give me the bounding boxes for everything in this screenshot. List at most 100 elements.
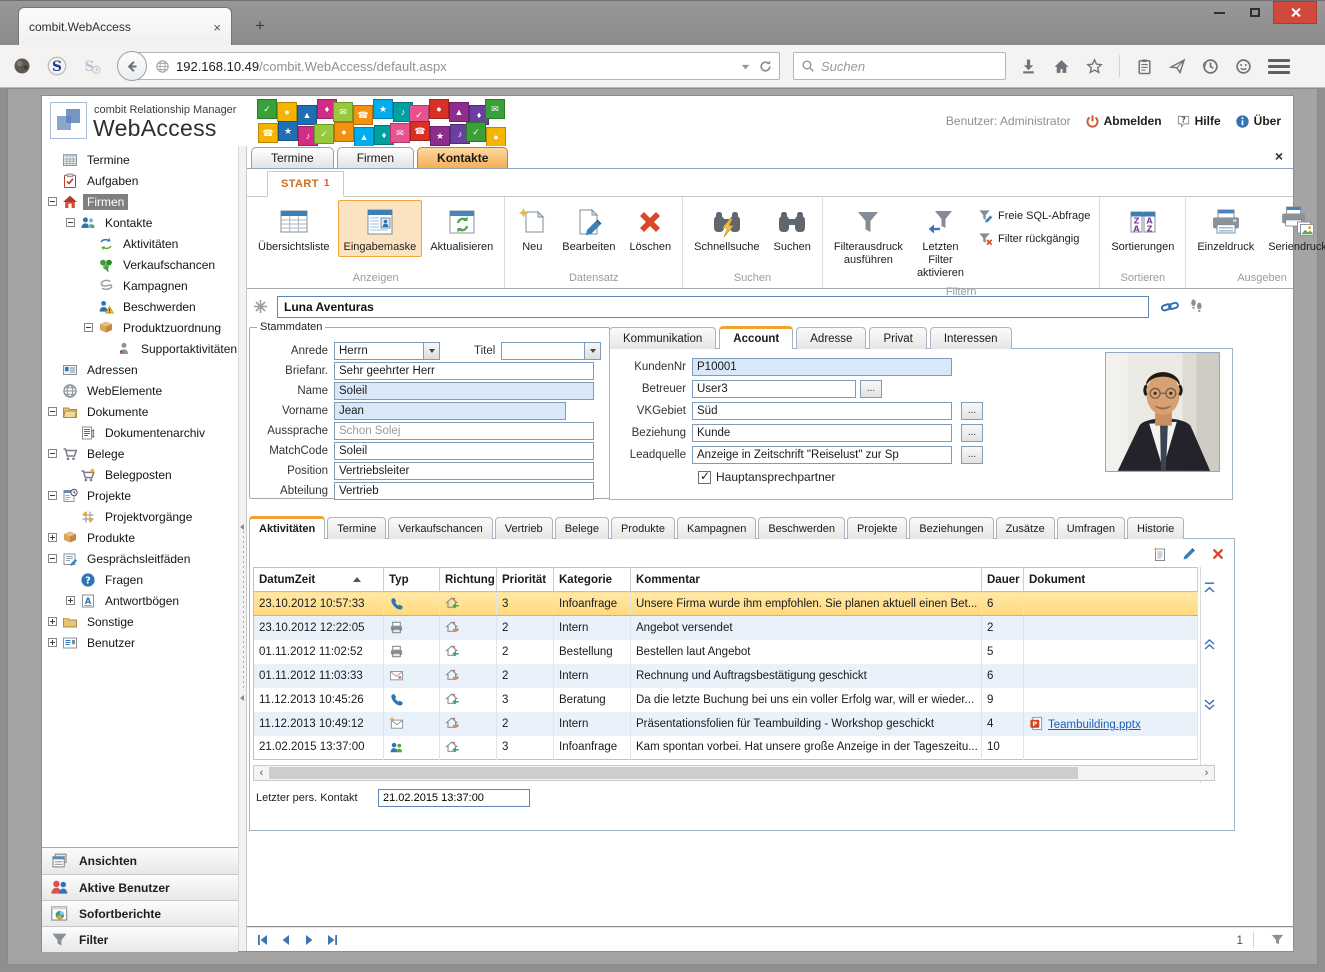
reload-icon[interactable] [758,59,773,74]
detail-tab-interessen[interactable]: Interessen [930,327,1012,349]
expander-minus-icon[interactable] [48,491,57,500]
activities-tab-umfragen[interactable]: Umfragen [1057,517,1125,539]
tab-kontakte[interactable]: Kontakte [417,147,508,168]
sidebar-item-belege[interactable]: Belege [42,443,238,464]
column-header-typ[interactable]: Typ [384,568,440,592]
send-icon[interactable] [1169,58,1186,75]
activities-tab-zusätze[interactable]: Zusätze [996,517,1055,539]
seriendruck-button[interactable]: Seriendruck [1262,200,1325,257]
sortierungen-button[interactable]: ZAAZSortierungen [1105,200,1180,257]
clipboard-icon[interactable] [1136,58,1153,75]
sidebar-item-webelemente[interactable]: WebElemente [42,380,238,401]
activities-tab-kampagnen[interactable]: Kampagnen [677,517,756,539]
activities-tab-projekte[interactable]: Projekte [847,517,907,539]
window-close-button[interactable] [1273,1,1317,24]
filterausdruck-ausführen-button[interactable]: Filterausdruck ausführen [828,200,909,270]
site-identity-icon[interactable] [155,59,170,74]
new-tab-button[interactable]: + [246,13,274,39]
detail-tab-privat[interactable]: Privat [869,327,926,349]
column-header-dokument[interactable]: Dokument [1024,568,1198,592]
url-bar[interactable]: 192.168.10.49/combit.WebAccess/default.a… [132,52,780,80]
anrede-select[interactable]: Herrn [334,342,440,360]
table-row[interactable]: 23.10.2012 10:57:333InfoanfrageUnsere Fi… [254,592,1198,616]
activities-tab-beschwerden[interactable]: Beschwerden [758,517,845,539]
activities-tab-historie[interactable]: Historie [1127,517,1184,539]
expander-minus-icon[interactable] [48,554,57,563]
scroll-top-icon[interactable] [1203,581,1216,594]
addon-s-badge-icon[interactable]: S [47,56,67,76]
activities-tab-vertrieb[interactable]: Vertrieb [495,517,553,539]
last-record-button[interactable] [324,932,340,948]
leadquelle-input[interactable] [692,446,952,464]
tab-firmen[interactable]: Firmen [337,147,414,168]
hauptansprechpartner-checkbox[interactable] [698,471,711,484]
column-header-richtung[interactable]: Richtung [440,568,497,592]
bearbeiten-button[interactable]: Bearbeiten [556,200,621,257]
history-icon[interactable] [1202,58,1219,75]
previous-record-button[interactable] [278,932,294,948]
sidebar-item-gesprächsleitfäden[interactable]: Gesprächsleitfäden [42,548,238,569]
abteilung-input[interactable] [334,482,594,500]
sidebar-item-supportaktivitäten[interactable]: Supportaktivitäten [42,338,238,359]
scroll-page-up-icon[interactable] [1203,637,1216,650]
sidebar-item-produktzuordnung[interactable]: Produktzuordnung [42,317,238,338]
ribbon-tab-start[interactable]: START 1 [267,171,344,197]
menu-button[interactable] [1268,59,1290,74]
sidebar-item-projektvorgänge[interactable]: Projektvorgänge [42,506,238,527]
tab-close-icon[interactable]: × [213,21,221,34]
column-header-priorität[interactable]: Priorität [497,568,554,592]
sidebar-panel-filter[interactable]: Filter [42,926,238,952]
downloads-icon[interactable] [1020,58,1037,75]
footprints-icon[interactable] [1189,297,1204,316]
einzeldruck-button[interactable]: Einzeldruck [1191,200,1260,257]
sidebar-item-aufgaben[interactable]: Aufgaben [42,170,238,191]
expander-plus-icon[interactable] [48,533,57,542]
column-header-datumzeit[interactable]: DatumZeit [254,568,384,592]
expander-plus-icon[interactable] [48,638,57,647]
detail-tab-account[interactable]: Account [719,326,793,349]
leadquelle-lookup-button[interactable]: ... [961,446,983,464]
browser-tab[interactable]: combit.WebAccess × [18,7,232,46]
filter-rückgängig-button[interactable]: Filter rückgängig [978,231,1090,246]
window-minimize-button[interactable] [1201,1,1237,24]
expander-minus-icon[interactable] [66,218,75,227]
first-record-button[interactable] [255,932,271,948]
löschen-button[interactable]: Löschen [624,200,678,257]
table-row[interactable]: 01.11.2012 11:02:522BestellungBestellen … [254,640,1198,664]
edit-activity-button[interactable] [1181,546,1197,562]
betreuer-input[interactable] [692,380,856,398]
sidebar-panel-sofortberichte[interactable]: Sofortberichte [42,900,238,926]
sidebar-item-firmen[interactable]: Firmen [42,191,238,212]
chevron-down-icon[interactable] [423,343,439,359]
table-vertical-scrollbar[interactable] [1200,567,1217,783]
filter-icon[interactable] [1270,932,1285,947]
new-activity-button[interactable] [1152,546,1168,562]
activities-tab-beziehungen[interactable]: Beziehungen [909,517,993,539]
titel-select[interactable] [501,342,601,360]
back-button[interactable] [117,51,147,81]
record-title-input[interactable] [277,296,1149,318]
column-header-dauer[interactable]: Dauer [982,568,1024,592]
table-row[interactable]: 21.02.2015 13:37:003InfoanfrageKam spont… [254,736,1198,760]
sidebar-item-benutzer[interactable]: Benutzer [42,632,238,653]
sidebar-item-verkaufschancen[interactable]: Verkaufschancen [42,254,238,275]
sidebar-item-sonstige[interactable]: Sonstige [42,611,238,632]
sidebar-panel-ansichten[interactable]: Ansichten [42,848,238,874]
link-icon[interactable] [1161,299,1179,315]
sidebar-item-fragen[interactable]: ?Fragen [42,569,238,590]
scroll-left-icon[interactable]: ‹ [254,766,269,780]
column-header-kommentar[interactable]: Kommentar [631,568,982,592]
search-box[interactable] [793,52,1006,80]
view-close-icon[interactable]: × [1275,149,1283,163]
letzten-filter-aktivieren-button[interactable]: Letzten Filter aktivieren [911,200,970,284]
vkgebiet-input[interactable] [692,402,952,420]
position-input[interactable] [334,462,594,480]
delete-activity-button[interactable] [1210,546,1226,562]
vorname-input[interactable] [334,402,566,420]
help-button[interactable]: ?Hilfe [1176,114,1221,129]
beziehung-lookup-button[interactable]: ... [961,424,983,442]
aussprache-input[interactable] [334,422,594,440]
suchen-button[interactable]: Suchen [768,200,817,257]
url-dropdown-icon[interactable] [739,60,752,73]
expander-minus-icon[interactable] [48,407,57,416]
